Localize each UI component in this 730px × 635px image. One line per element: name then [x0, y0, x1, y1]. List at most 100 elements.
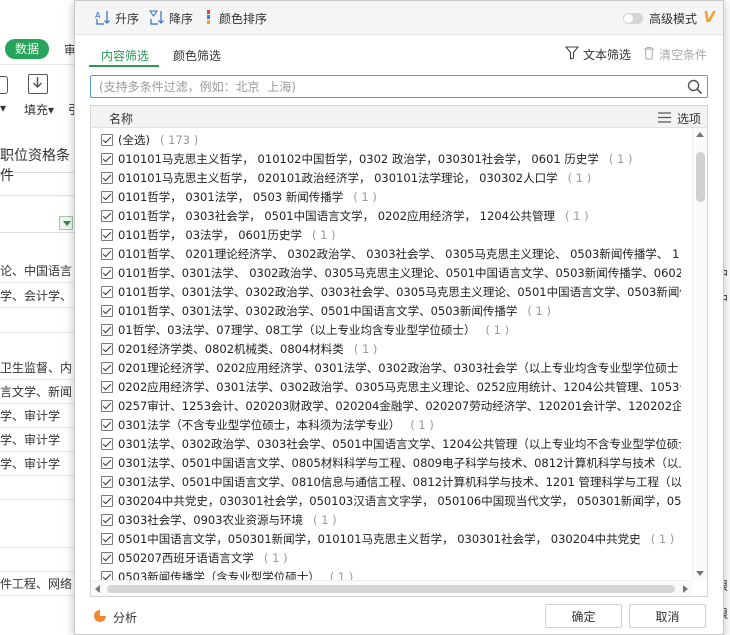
list-item[interactable]: 0301法学、0302政治学、0303社会学、0501中国语言文学、1204公共…	[101, 434, 691, 453]
checkbox[interactable]	[101, 247, 113, 260]
list-header: 名称 选项	[91, 106, 707, 128]
cell-row[interactable]: 论、中国语言	[0, 260, 80, 283]
clear-conditions-button[interactable]: 清空条件	[643, 46, 707, 63]
analyze-button[interactable]: 分析	[93, 609, 137, 626]
sort-descending-button[interactable]: 降序	[149, 9, 193, 27]
list-item[interactable]: 0101哲学、0301法学、0302政治学、0303社会学、0305马克思主义理…	[101, 282, 691, 301]
checkbox[interactable]	[101, 494, 113, 507]
scroll-right-icon[interactable]	[683, 585, 688, 593]
column-filter-button[interactable]	[59, 216, 73, 230]
cell-row[interactable]: 学、审计学	[0, 429, 80, 452]
checkbox[interactable]	[101, 456, 113, 469]
list-item[interactable]: 0301法学、0501中国语言文学、0810信息与通信工程、0812计算机科学与…	[101, 472, 691, 491]
vertical-scroll-thumb[interactable]	[696, 152, 705, 202]
checkbox[interactable]	[101, 171, 113, 184]
checkbox[interactable]	[101, 304, 113, 317]
list-item[interactable]: 0257审计、1253会计、020203财政学、020204金融学、020207…	[101, 396, 691, 415]
vertical-scrollbar[interactable]	[692, 128, 707, 580]
list-item[interactable]: 0101哲学， 0303社会学， 0501中国语言文学， 0202应用经济学， …	[101, 206, 691, 225]
menu-icon	[657, 111, 671, 126]
toggle-switch[interactable]	[622, 13, 643, 24]
checkbox[interactable]	[101, 323, 113, 336]
list-item[interactable]: 0101哲学， 0301法学， 0503 新闻传播学 ( 1 )	[101, 187, 691, 206]
tab-content-filter[interactable]: 内容筛选	[101, 47, 149, 64]
item-label: 0101哲学、0301法学、0302政治学、0303社会学、0305马克思主义理…	[118, 284, 681, 299]
checkbox[interactable]	[101, 190, 113, 203]
ok-button[interactable]: 确定	[545, 604, 622, 628]
sort-descending-icon	[149, 9, 165, 28]
cell-row[interactable]: 学、会计学、	[0, 285, 80, 308]
checkbox[interactable]	[101, 266, 113, 279]
checkbox[interactable]	[101, 228, 113, 241]
horizontal-scrollbar[interactable]	[91, 580, 692, 596]
checkbox[interactable]	[101, 475, 113, 488]
cell-row[interactable]: 学、审计学	[0, 453, 80, 476]
filter-dialog: A 升序 降序 颜色排序 高级模式 V 内容筛选 颜色筛选 文本筛选 清空条件 …	[74, 0, 724, 635]
cell-row[interactable]: 言文学、新闻	[0, 381, 80, 404]
fill-icon[interactable]	[28, 74, 48, 94]
item-label: 0101哲学， 03法学， 0601历史学	[118, 227, 302, 242]
sort-ascending-button[interactable]: A 升序	[95, 9, 139, 27]
checkbox[interactable]	[101, 437, 113, 450]
cell-row[interactable]	[0, 525, 80, 548]
list-item-select-all[interactable]: (全选) ( 173 )	[101, 130, 691, 149]
list-item[interactable]: 0101哲学、 0201理论经济学、 0302政治学、 0303社会学、 030…	[101, 244, 691, 263]
list-item[interactable]: 010101马克思主义哲学， 010102中国哲学，0302 政治学，03030…	[101, 149, 691, 168]
cancel-button[interactable]: 取消	[629, 604, 706, 628]
reference-icon[interactable]	[0, 76, 8, 94]
cell-row[interactable]	[0, 310, 80, 333]
checkbox[interactable]	[101, 513, 113, 526]
list-item[interactable]: 0303社会学、0903农业资源与环境 ( 1 )	[101, 510, 691, 529]
checkbox[interactable]	[101, 285, 113, 298]
list-item[interactable]: 0503新闻传播学（含专业型学位硕士） ( 1 )	[101, 567, 691, 580]
checkbox[interactable]	[101, 133, 113, 146]
search-icon[interactable]	[687, 79, 703, 98]
cell-row[interactable]: 件工程、网络	[0, 573, 80, 596]
list-item[interactable]: 01哲学、03法学、07理学、08工学（以上专业均含专业型学位硕士） ( 1 )	[101, 320, 691, 339]
checkbox[interactable]	[101, 380, 113, 393]
cell-row[interactable]	[0, 477, 80, 500]
list-item[interactable]: 0301法学（不含专业型学位硕士，本科须为法学专业） ( 1 )	[101, 415, 691, 434]
options-label: 选项	[676, 112, 701, 126]
options-button[interactable]: 选项	[657, 110, 701, 127]
list-item[interactable]: 030204中共党史，030301社会学，050103汉语言文字学， 05010…	[101, 491, 691, 510]
column-header-cell[interactable]: 职位资格条件	[0, 133, 80, 184]
item-count: ( 1 )	[527, 303, 551, 318]
item-count: ( 1 )	[485, 322, 510, 337]
checkbox[interactable]	[101, 361, 113, 374]
scroll-left-icon[interactable]	[95, 585, 100, 593]
list-item[interactable]: 0202应用经济学、0301法学、0302政治学、0305马克思主义理论、025…	[101, 377, 691, 396]
search-input[interactable]	[97, 77, 677, 96]
advanced-mode-label: 高级模式	[648, 12, 697, 26]
scroll-down-icon[interactable]	[696, 571, 704, 576]
advanced-mode-toggle[interactable]: 高级模式	[622, 10, 697, 27]
list-item[interactable]: 010101马克思主义哲学， 020101政治经济学， 030101法学理论， …	[101, 168, 691, 187]
horizontal-scroll-thumb[interactable]	[107, 585, 675, 593]
cell-row[interactable]	[0, 549, 80, 572]
checkbox[interactable]	[101, 532, 113, 545]
list-item[interactable]: 0301法学、0501中国语言文学、0805材料科学与工程、0809电子科学与技…	[101, 453, 691, 472]
checkbox[interactable]	[101, 209, 113, 222]
list-item[interactable]: 050207西班牙语语言文学 ( 1 )	[101, 548, 691, 567]
list-item[interactable]: 0501中国语言文学，050301新闻学，010101马克思主义哲学， 0303…	[101, 529, 691, 548]
scroll-up-icon[interactable]	[696, 132, 704, 137]
ribbon-fragment-label: ▾	[0, 101, 7, 115]
checkbox[interactable]	[101, 342, 113, 355]
checkbox[interactable]	[101, 399, 113, 412]
color-sort-button[interactable]: 颜色排序	[205, 9, 267, 27]
fill-button-label[interactable]: 填充▾	[24, 101, 54, 118]
ribbon-tab-data[interactable]: 数据	[5, 39, 49, 59]
list-item[interactable]: 0201经济学类、0802机械类、0804材料类 ( 1 )	[101, 339, 691, 358]
list-item[interactable]: 0101哲学、0301法学、0302政治学、0501中国语言文学、0503新闻传…	[101, 301, 691, 320]
list-item[interactable]: 0101哲学， 03法学， 0601历史学 ( 1 )	[101, 225, 691, 244]
tab-color-filter[interactable]: 颜色筛选	[173, 47, 221, 64]
checkbox[interactable]	[101, 570, 113, 580]
checkbox[interactable]	[101, 551, 113, 564]
list-item[interactable]: 0101哲学、0301法学、 0302政治学、0305马克思主义理论、0501中…	[101, 263, 691, 282]
list-item[interactable]: 0201理论经济学、0202应用经济学、0301法学、0302政治学、0303社…	[101, 358, 691, 377]
text-filter-button[interactable]: 文本筛选	[564, 46, 631, 63]
checkbox[interactable]	[101, 418, 113, 431]
cell-row[interactable]: 学、审计学	[0, 405, 80, 428]
cell-row[interactable]: 卫生监督、内	[0, 357, 80, 380]
checkbox[interactable]	[101, 152, 113, 165]
